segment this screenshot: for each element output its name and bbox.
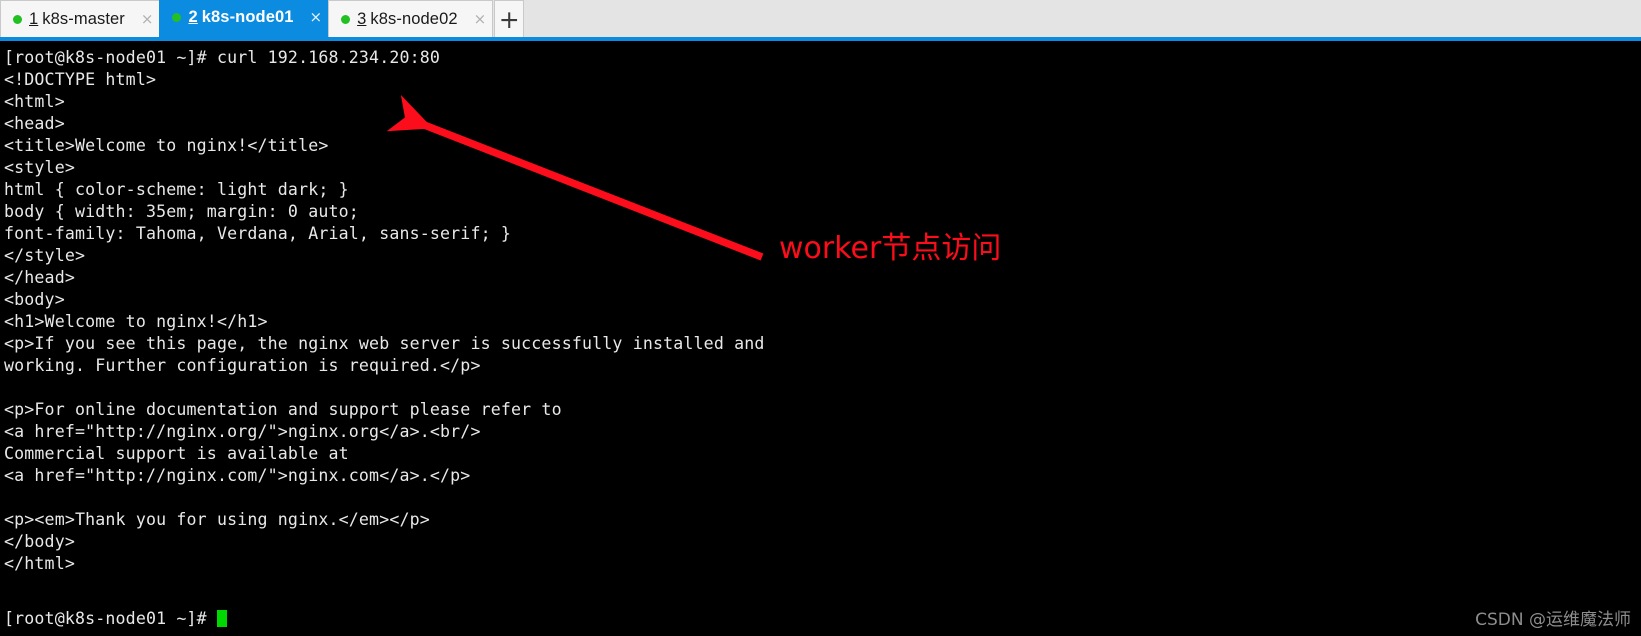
tab-accelerator-number: 3 [357,9,367,28]
tab-status-dot-icon [13,14,22,24]
terminal-cursor [216,610,227,627]
tab-label-k8s-master: 1 k8s-master [29,10,125,29]
tab-title-text: k8s-node01 [201,7,294,26]
tab-close-icon[interactable]: × [310,9,323,25]
terminal-prompt-line: [root@k8s-node01 ~]# [4,608,227,630]
tab-status-dot-icon [341,14,351,24]
terminal-prompt-text: [root@k8s-node01 ~]# [4,609,217,628]
new-tab-button[interactable]: + [494,0,525,37]
csdn-watermark: CSDN @运维魔法师 [1475,610,1631,630]
tab-label-k8s-node02: 3 k8s-node02 [357,10,458,29]
terminal-tab-bar: 1 k8s-master × 2 k8s-node01 × 3 k8s-node02 … [0,0,1641,41]
terminal-output-pane[interactable]: [root@k8s-node01 ~]# curl 192.168.234.20… [0,41,1641,636]
tab-status-dot-icon [172,12,182,22]
tab-k8s-node02[interactable]: 3 k8s-node02 × [328,0,494,37]
tab-k8s-master[interactable]: 1 k8s-master × [0,0,161,37]
tab-k8s-node01[interactable]: 2 k8s-node01 × [159,0,330,37]
tab-title-text: k8s-master [42,9,125,28]
tab-title-text: k8s-node02 [370,9,458,28]
terminal-session-text: [root@k8s-node01 ~]# curl 192.168.234.20… [4,48,765,573]
tab-accelerator-number: 1 [29,9,39,28]
tab-close-icon[interactable]: × [474,11,487,27]
annotation-label: worker节点访问 [779,231,1002,266]
tab-label-k8s-node01: 2 k8s-node01 [188,8,293,27]
tab-accelerator-number: 2 [188,7,198,26]
tab-close-icon[interactable]: × [141,11,154,27]
